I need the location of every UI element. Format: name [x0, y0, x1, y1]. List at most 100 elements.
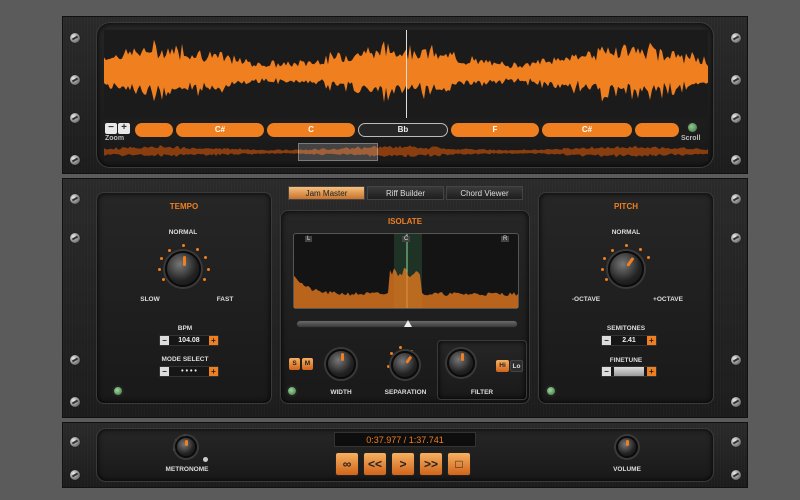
chord-segment[interactable]: F	[451, 123, 539, 137]
spectrum-graphic	[294, 234, 518, 308]
stop-button[interactable]: □	[447, 452, 471, 476]
isolate-power-button[interactable]	[286, 385, 298, 397]
spectrum-left-tag: L	[305, 236, 313, 242]
screw-icon	[70, 233, 80, 243]
semitones-decrement-button[interactable]: −	[602, 336, 611, 345]
solo-button[interactable]: S	[289, 358, 300, 370]
semitones-stepper[interactable]: − 2.41 +	[601, 335, 657, 346]
semitones-value: 2.41	[622, 337, 636, 344]
pitch-plus-octave-label: +OCTAVE	[653, 296, 683, 303]
rewind-button[interactable]: <<	[363, 452, 387, 476]
mode-prev-button[interactable]: −	[160, 367, 169, 376]
isolate-title: ISOLATE	[387, 217, 423, 226]
filter-lo-button[interactable]: Lo	[510, 360, 523, 372]
width-label: WIDTH	[330, 389, 352, 396]
time-display: 0:37.977 / 1:37.741	[334, 432, 476, 447]
bpm-decrement-button[interactable]: −	[160, 336, 169, 345]
screw-icon	[731, 233, 741, 243]
chord-segment[interactable]	[135, 123, 173, 137]
chord-segment[interactable]	[635, 123, 679, 137]
loop-button[interactable]: ∞	[335, 452, 359, 476]
pitch-title: PITCH	[614, 202, 638, 211]
bpm-label: BPM	[177, 325, 193, 332]
tab-chord-viewer[interactable]: Chord Viewer	[446, 186, 523, 200]
mute-button[interactable]: M	[302, 358, 313, 370]
filter-hi-button[interactable]: Hi	[496, 360, 509, 372]
filter-label: FILTER	[470, 389, 494, 396]
bpm-increment-button[interactable]: +	[209, 336, 218, 345]
mode-select-label: MODE SELECT	[161, 356, 209, 363]
screw-icon	[70, 113, 80, 123]
bpm-stepper[interactable]: − 104.08 +	[159, 335, 219, 346]
pan-slider-thumb[interactable]	[404, 320, 412, 327]
chord-segment[interactable]: C	[267, 123, 355, 137]
bpm-value: 104.08	[178, 337, 200, 344]
tempo-fast-label: FAST	[216, 296, 234, 303]
screw-icon	[731, 470, 741, 480]
metronome-knob[interactable]	[175, 436, 197, 458]
play-button[interactable]: >	[391, 452, 415, 476]
separation-label: SEPARATION	[384, 389, 427, 396]
finetune-stepper[interactable]: − +	[601, 366, 657, 377]
metronome-label: METRONOME	[165, 466, 209, 473]
spectrum-right-tag: R	[501, 236, 510, 242]
chord-segment-selected[interactable]: Bb	[358, 123, 448, 137]
chord-segment[interactable]: C#	[176, 123, 264, 137]
tempo-power-button[interactable]	[112, 385, 124, 397]
separation-knob[interactable]	[391, 351, 419, 379]
screw-icon	[731, 194, 741, 204]
filter-knob[interactable]	[447, 349, 475, 377]
screw-icon	[70, 470, 80, 480]
screw-icon	[731, 75, 741, 85]
screw-icon	[70, 33, 80, 43]
volume-knob[interactable]	[616, 436, 638, 458]
scroll-button[interactable]	[687, 122, 698, 133]
playhead[interactable]	[406, 30, 407, 118]
screw-icon	[70, 155, 80, 165]
tab-riff-builder[interactable]: Riff Builder	[367, 186, 444, 200]
screw-icon	[731, 355, 741, 365]
volume-label: VOLUME	[613, 466, 641, 473]
tempo-title: TEMPO	[169, 202, 199, 211]
screw-icon	[70, 437, 80, 447]
screw-icon	[70, 355, 80, 365]
pitch-normal-label: NORMAL	[611, 229, 641, 236]
spectrum-center-tag: C	[402, 236, 411, 242]
screw-icon	[70, 75, 80, 85]
tab-jam-master[interactable]: Jam Master	[288, 186, 365, 200]
semitones-increment-button[interactable]: +	[647, 336, 656, 345]
fast-forward-button[interactable]: >>	[419, 452, 443, 476]
screw-icon	[70, 194, 80, 204]
pitch-knob[interactable]	[608, 251, 644, 287]
screw-icon	[731, 155, 741, 165]
overview-graphic	[104, 145, 708, 158]
zoom-label: Zoom	[105, 135, 125, 142]
scroll-label: Scroll	[681, 135, 701, 142]
pitch-power-button[interactable]	[545, 385, 557, 397]
screw-icon	[731, 437, 741, 447]
stereo-spectrum-display[interactable]	[293, 233, 519, 309]
overview-viewport[interactable]	[298, 143, 378, 161]
chord-segment[interactable]: C#	[542, 123, 632, 137]
screw-icon	[731, 33, 741, 43]
mode-select-stepper[interactable]: − • • • • +	[159, 366, 219, 377]
mode-select-value: • • • •	[181, 368, 197, 375]
screw-icon	[70, 397, 80, 407]
metronome-indicator	[203, 457, 208, 462]
width-knob[interactable]	[326, 349, 356, 379]
overview-waveform[interactable]	[104, 143, 708, 161]
tempo-normal-label: NORMAL	[168, 229, 198, 236]
zoom-out-button[interactable]: −	[105, 123, 117, 134]
finetune-slider[interactable]	[614, 367, 644, 376]
finetune-increment-button[interactable]: +	[647, 367, 656, 376]
finetune-label: FINETUNE	[609, 357, 643, 364]
tempo-knob[interactable]	[165, 251, 201, 287]
zoom-in-button[interactable]: +	[118, 123, 130, 134]
tempo-slow-label: SLOW	[140, 296, 160, 303]
finetune-decrement-button[interactable]: −	[602, 367, 611, 376]
mode-next-button[interactable]: +	[209, 367, 218, 376]
pitch-minus-octave-label: -OCTAVE	[571, 296, 601, 303]
semitones-label: SEMITONES	[606, 325, 646, 332]
screw-icon	[731, 113, 741, 123]
screw-icon	[731, 397, 741, 407]
